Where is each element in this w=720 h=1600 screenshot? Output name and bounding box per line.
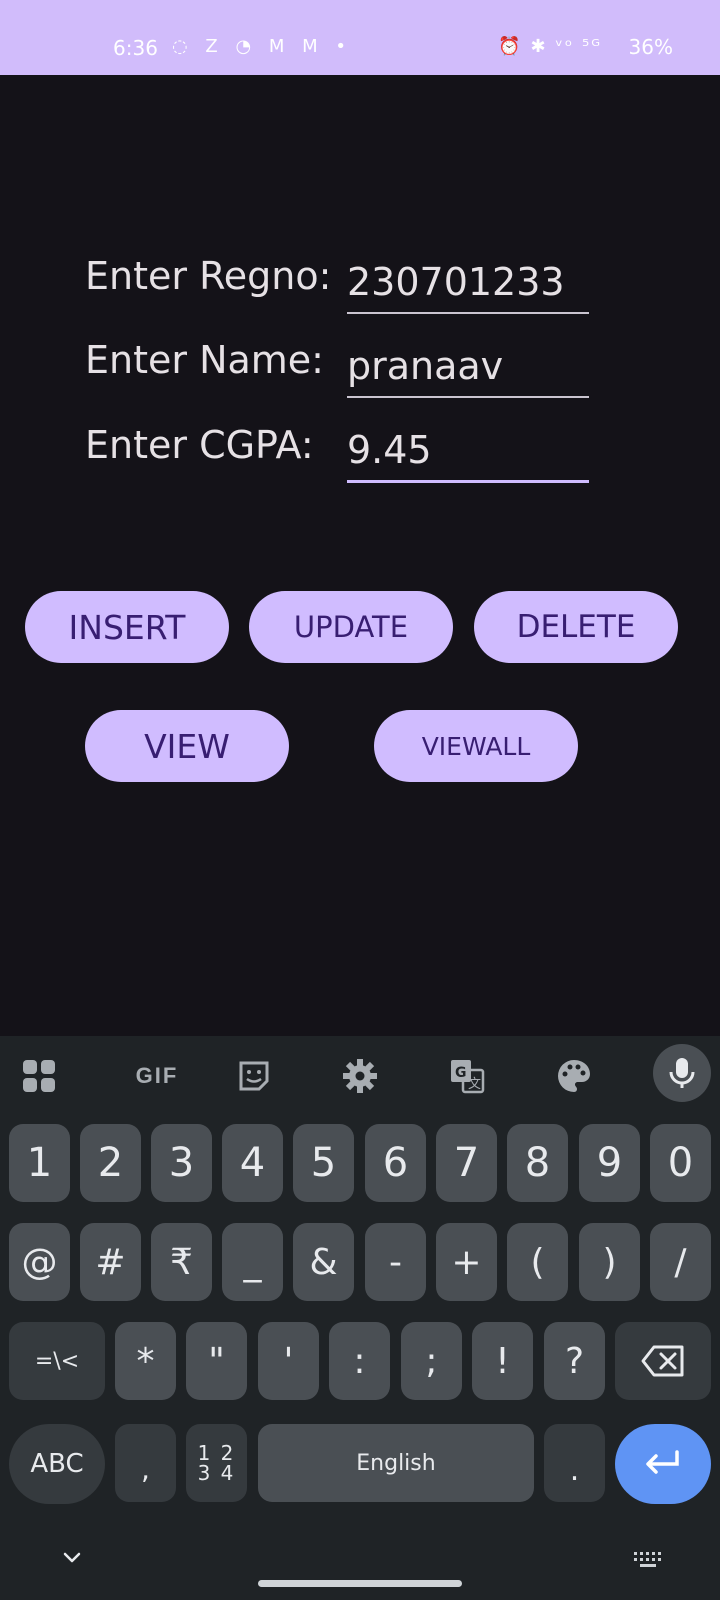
insert-button[interactable]: INSERT [25, 591, 229, 663]
backspace-key[interactable] [615, 1322, 711, 1400]
key-asterisk[interactable]: * [115, 1322, 176, 1400]
apps-grid-icon[interactable] [17, 1054, 61, 1098]
cgpa-label: Enter CGPA: [85, 423, 314, 467]
key-minus[interactable]: - [365, 1223, 426, 1301]
key-period[interactable]: . [544, 1424, 605, 1502]
key-hash[interactable]: # [80, 1223, 141, 1301]
gif-button[interactable]: GIF [122, 1054, 192, 1098]
numpad-top: 1 2 [197, 1441, 236, 1465]
key-4[interactable]: 4 [222, 1124, 283, 1202]
viewall-button[interactable]: VIEWALL [374, 710, 578, 782]
key-9[interactable]: 9 [579, 1124, 640, 1202]
key-at[interactable]: @ [9, 1223, 70, 1301]
numpad-key[interactable]: 1 2 3 4 [186, 1424, 247, 1502]
key-more-symbols[interactable]: =\< [9, 1322, 105, 1400]
key-0[interactable]: 0 [650, 1124, 711, 1202]
key-question[interactable]: ? [544, 1322, 605, 1400]
battery-level: 36% [628, 35, 673, 59]
cgpa-input[interactable]: 9.45 [347, 428, 589, 483]
key-close-paren[interactable]: ) [579, 1223, 640, 1301]
key-comma[interactable]: , [115, 1424, 176, 1502]
key-rupee[interactable]: ₹ [151, 1223, 212, 1301]
microphone-icon [669, 1058, 695, 1088]
abc-key[interactable]: ABC [9, 1424, 105, 1504]
numpad-bottom: 3 4 [197, 1461, 236, 1485]
update-button[interactable]: UPDATE [249, 591, 453, 663]
delete-button[interactable]: DELETE [474, 591, 678, 663]
keyboard-switch-icon[interactable] [633, 1551, 663, 1569]
name-input[interactable]: pranaav [347, 344, 589, 398]
key-8[interactable]: 8 [507, 1124, 568, 1202]
notification-icons: ◌ Z ◔ M M • [172, 36, 353, 57]
enter-key[interactable] [615, 1424, 711, 1504]
key-slash[interactable]: / [650, 1223, 711, 1301]
key-2[interactable]: 2 [80, 1124, 141, 1202]
svg-text:文: 文 [468, 1077, 481, 1092]
key-plus[interactable]: + [436, 1223, 497, 1301]
translate-icon[interactable]: G文 [445, 1054, 489, 1098]
gesture-handle [258, 1580, 462, 1587]
backspace-icon [641, 1345, 684, 1377]
enter-icon [646, 1450, 679, 1474]
sticker-icon[interactable] [232, 1054, 276, 1098]
key-1[interactable]: 1 [9, 1124, 70, 1202]
key-semicolon[interactable]: ; [401, 1322, 462, 1400]
svg-text:G: G [455, 1065, 467, 1081]
theme-palette-icon[interactable] [552, 1054, 596, 1098]
key-comma-label: , [141, 1453, 150, 1486]
key-ampersand[interactable]: & [293, 1223, 354, 1301]
microphone-button[interactable] [653, 1044, 711, 1102]
regno-value: 230701233 [347, 260, 565, 304]
name-value: pranaav [347, 344, 504, 388]
name-label: Enter Name: [85, 338, 324, 382]
key-single-quote[interactable]: ' [258, 1322, 319, 1400]
key-double-quote[interactable]: " [186, 1322, 247, 1400]
key-underscore[interactable]: _ [222, 1223, 283, 1301]
status-time: 6:36 [113, 36, 158, 60]
status-bar: 6:36 ◌ Z ◔ M M • ⏰ ✱ ᵛᵒ ⁵ᴳ 36% [0, 0, 720, 75]
key-colon[interactable]: : [329, 1322, 390, 1400]
hide-keyboard-chevron-down-icon[interactable] [62, 1551, 84, 1567]
soft-keyboard: GIF G文 1 2 3 4 5 6 7 8 9 0 @ # ₹ _ & - +… [0, 1036, 720, 1600]
key-open-paren[interactable]: ( [507, 1223, 568, 1301]
space-key[interactable]: English [258, 1424, 534, 1502]
view-button[interactable]: VIEW [85, 710, 289, 782]
cgpa-value: 9.45 [347, 428, 432, 472]
system-status-icons: ⏰ ✱ ᵛᵒ ⁵ᴳ [498, 36, 602, 57]
regno-input[interactable]: 230701233 [347, 260, 589, 314]
regno-label: Enter Regno: [85, 254, 332, 298]
key-exclamation[interactable]: ! [472, 1322, 533, 1400]
key-5[interactable]: 5 [293, 1124, 354, 1202]
key-3[interactable]: 3 [151, 1124, 212, 1202]
key-6[interactable]: 6 [365, 1124, 426, 1202]
settings-gear-icon[interactable] [338, 1054, 382, 1098]
key-period-label: . [569, 1452, 580, 1488]
key-7[interactable]: 7 [436, 1124, 497, 1202]
